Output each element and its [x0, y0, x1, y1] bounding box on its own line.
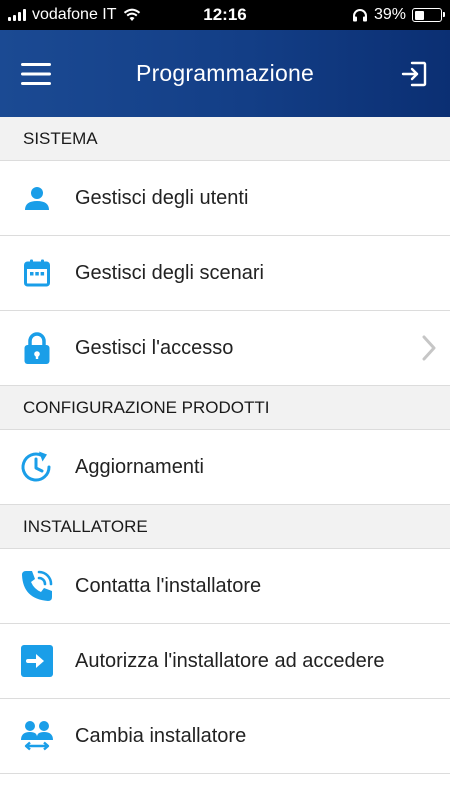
logout-icon[interactable] — [400, 60, 428, 88]
list-item-gestisci-accesso[interactable]: Gestisci l'accesso — [0, 311, 450, 386]
swap-users-icon — [0, 720, 75, 752]
wifi-icon — [123, 8, 140, 21]
headphones-icon — [352, 9, 367, 22]
status-time: 12:16 — [203, 5, 247, 24]
battery-percent: 39% — [373, 6, 406, 23]
list-item-label: Gestisci degli scenari — [75, 261, 264, 284]
list-item-gestisci-scenari[interactable]: Gestisci degli scenari — [0, 236, 450, 311]
phone-call-icon — [0, 569, 75, 603]
status-bar: vodafone IT 12:16 39% — [0, 0, 450, 30]
list-item-label: Gestisci l'accesso — [75, 336, 234, 359]
hamburger-menu-icon[interactable] — [21, 62, 51, 85]
section-header-sistema: SISTEMA — [0, 117, 450, 161]
battery-level — [414, 10, 425, 20]
list-item-autorizza-installatore[interactable]: Autorizza l'installatore ad accedere — [0, 624, 450, 699]
list-item-label: Gestisci degli utenti — [75, 186, 249, 209]
authorize-arrow-icon — [0, 645, 75, 677]
list-item-contatta-installatore[interactable]: Contatta l'installatore — [0, 549, 450, 624]
menu-button[interactable] — [0, 30, 72, 117]
calendar-icon — [0, 259, 75, 287]
section-header-installatore: INSTALLATORE — [0, 505, 450, 549]
list-item-aggiornamenti[interactable]: Aggiornamenti — [0, 430, 450, 505]
section-header-configurazione-prodotti: CONFIGURAZIONE PRODOTTI — [0, 386, 450, 430]
app-header: Programmazione — [0, 30, 450, 117]
list-item-cambia-installatore[interactable]: Cambia installatore — [0, 699, 450, 774]
list-item-label: Aggiornamenti — [75, 455, 204, 478]
status-left: vodafone IT — [8, 6, 178, 24]
signal-strength-icon — [8, 9, 26, 21]
battery-icon — [412, 8, 445, 22]
page-title: Programmazione — [136, 60, 314, 86]
user-icon — [0, 185, 75, 211]
list-item-gestisci-utenti[interactable]: Gestisci degli utenti — [0, 161, 450, 236]
logout-button[interactable] — [378, 30, 450, 117]
chevron-right-icon — [422, 335, 436, 361]
list-item-label: Cambia installatore — [75, 724, 247, 747]
list-item-label: Autorizza l'installatore ad accedere — [75, 649, 385, 672]
settings-list: SISTEMA Gestisci degli utenti Gestisci d… — [0, 117, 450, 774]
status-right: 39% — [272, 6, 445, 24]
list-item-label: Contatta l'installatore — [75, 574, 262, 597]
lock-icon — [0, 332, 75, 364]
carrier-name: vodafone IT — [32, 6, 117, 23]
update-clock-icon — [0, 450, 75, 484]
